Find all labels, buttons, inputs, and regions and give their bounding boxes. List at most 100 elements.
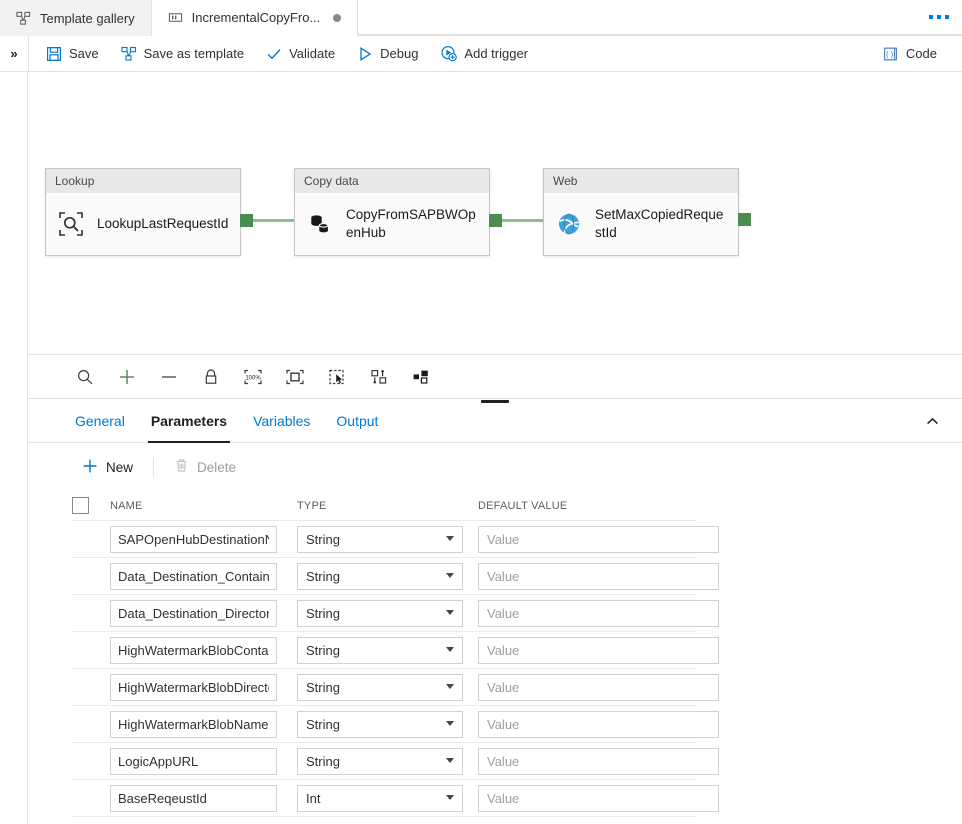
auto-align-icon[interactable] xyxy=(358,359,400,395)
chevron-up-icon[interactable] xyxy=(912,399,952,443)
panel-tab-strip: General Parameters Variables Output xyxy=(28,399,962,443)
tab-label: IncrementalCopyFro... xyxy=(192,10,321,25)
table-row: StringIntFloatBoolArrayObjectSecureStrin… xyxy=(72,595,696,632)
parameter-type-cell: StringIntFloatBoolArrayObjectSecureStrin… xyxy=(297,600,478,627)
parameter-default-value-input[interactable] xyxy=(478,711,719,738)
table-row: StringIntFloatBoolArrayObjectSecureStrin… xyxy=(72,632,696,669)
parameter-value-cell xyxy=(478,674,719,701)
parameter-type-cell: StringIntFloatBoolArrayObjectSecureStrin… xyxy=(297,637,478,664)
web-globe-icon xyxy=(556,211,582,237)
parameter-default-value-input[interactable] xyxy=(478,674,719,701)
select-all-cell xyxy=(72,497,110,514)
table-row: StringIntFloatBoolArrayObjectSecureStrin… xyxy=(72,706,696,743)
parameters-table: NAME TYPE DEFAULT VALUE StringIntFloatBo… xyxy=(28,491,962,817)
parameter-name-cell xyxy=(110,748,297,775)
new-parameter-button[interactable]: New xyxy=(72,451,143,483)
table-row: StringIntFloatBoolArrayObjectSecureStrin… xyxy=(72,743,696,780)
tab-pipeline-incrementalcopy[interactable]: IncrementalCopyFro... xyxy=(152,0,359,36)
overflow-menu-button[interactable] xyxy=(916,0,962,35)
tab-bar-spacer xyxy=(358,0,916,35)
parameter-name-cell xyxy=(110,711,297,738)
parameter-name-input[interactable] xyxy=(110,748,277,775)
debug-button[interactable]: Debug xyxy=(346,39,429,69)
parameter-type-cell: StringIntFloatBoolArrayObjectSecureStrin… xyxy=(297,526,478,553)
parameter-type-select[interactable]: StringIntFloatBoolArrayObjectSecureStrin… xyxy=(297,748,463,775)
activity-node-lookup[interactable]: Lookup LookupLastRequestId xyxy=(45,168,241,256)
activity-node-copy-data[interactable]: Copy data xyxy=(294,168,490,256)
table-header-row: NAME TYPE DEFAULT VALUE xyxy=(72,491,696,521)
overflow-dot xyxy=(929,15,933,19)
lock-icon[interactable] xyxy=(190,359,232,395)
parameter-default-value-input[interactable] xyxy=(478,748,719,775)
parameter-type-select[interactable]: StringIntFloatBoolArrayObjectSecureStrin… xyxy=(297,785,463,812)
add-trigger-button[interactable]: Add trigger xyxy=(429,39,539,69)
command-bar: » Save Save as template xyxy=(0,36,962,72)
save-icon xyxy=(46,46,62,62)
parameter-value-cell xyxy=(478,785,719,812)
select-all-checkbox[interactable] xyxy=(72,497,89,514)
parameter-type-select[interactable]: StringIntFloatBoolArrayObjectSecureStrin… xyxy=(297,637,463,664)
zoom-search-icon[interactable] xyxy=(64,359,106,395)
parameter-type-select[interactable]: StringIntFloatBoolArrayObjectSecureStrin… xyxy=(297,600,463,627)
marquee-select-icon[interactable] xyxy=(316,359,358,395)
fit-to-screen-icon[interactable] xyxy=(274,359,316,395)
parameter-default-value-input[interactable] xyxy=(478,785,719,812)
activity-node-web[interactable]: Web SetMaxCopiedRequestId xyxy=(543,168,739,256)
zoom-in-plus-icon[interactable] xyxy=(106,359,148,395)
tab-template-gallery[interactable]: Template gallery xyxy=(0,0,152,36)
parameter-type-select[interactable]: StringIntFloatBoolArrayObjectSecureStrin… xyxy=(297,674,463,701)
parameter-name-input[interactable] xyxy=(110,526,277,553)
action-separator xyxy=(153,457,154,477)
parameter-name-input[interactable] xyxy=(110,785,277,812)
pipeline-canvas[interactable]: Lookup LookupLastRequestId xyxy=(28,72,962,355)
overflow-dot xyxy=(937,15,941,19)
table-row: StringIntFloatBoolArrayObjectSecureStrin… xyxy=(72,669,696,706)
parameter-default-value-input[interactable] xyxy=(478,526,719,553)
tab-label: Template gallery xyxy=(40,11,135,26)
table-row: StringIntFloatBoolArrayObjectSecureStrin… xyxy=(72,558,696,595)
delete-parameter-label: Delete xyxy=(197,460,236,475)
parameter-default-value-input[interactable] xyxy=(478,563,719,590)
column-header-value: DEFAULT VALUE xyxy=(478,500,696,512)
parameter-name-input[interactable] xyxy=(110,711,277,738)
layout-nodes-icon[interactable] xyxy=(400,359,442,395)
content-column: Lookup LookupLastRequestId xyxy=(28,72,962,823)
parameter-name-input[interactable] xyxy=(110,674,277,701)
parameter-name-input[interactable] xyxy=(110,600,277,627)
parameter-name-cell xyxy=(110,563,297,590)
parameter-name-input[interactable] xyxy=(110,637,277,664)
parameter-default-value-input[interactable] xyxy=(478,637,719,664)
column-header-name: NAME xyxy=(110,500,297,512)
parameter-type-select[interactable]: StringIntFloatBoolArrayObjectSecureStrin… xyxy=(297,563,463,590)
tab-general[interactable]: General xyxy=(62,399,138,443)
tab-parameters[interactable]: Parameters xyxy=(138,399,240,443)
trash-icon xyxy=(174,458,189,476)
parameter-name-input[interactable] xyxy=(110,563,277,590)
validate-button[interactable]: Validate xyxy=(255,39,346,69)
activity-type-label: Web xyxy=(544,169,738,193)
overflow-dot xyxy=(945,15,949,19)
parameter-type-select[interactable]: StringIntFloatBoolArrayObjectSecureStrin… xyxy=(297,526,463,553)
save-as-template-button[interactable]: Save as template xyxy=(110,39,255,69)
zoom-100-percent-icon[interactable]: 100% xyxy=(232,359,274,395)
connector-end-square xyxy=(738,213,751,226)
parameter-type-cell: StringIntFloatBoolArrayObjectSecureStrin… xyxy=(297,748,478,775)
tab-output[interactable]: Output xyxy=(323,399,391,443)
parameter-name-cell xyxy=(110,674,297,701)
parameter-default-value-input[interactable] xyxy=(478,600,719,627)
validate-check-icon xyxy=(266,46,282,62)
zoom-out-minus-icon[interactable] xyxy=(148,359,190,395)
tab-variables[interactable]: Variables xyxy=(240,399,323,443)
connector-start-square xyxy=(489,214,502,227)
command-bar-divider xyxy=(28,36,29,72)
unsaved-changes-dot xyxy=(333,14,341,22)
template-gallery-icon xyxy=(16,11,31,26)
parameter-type-select[interactable]: StringIntFloatBoolArrayObjectSecureStrin… xyxy=(297,711,463,738)
save-button[interactable]: Save xyxy=(35,39,110,69)
parameter-value-cell xyxy=(478,600,719,627)
code-button[interactable]: () Code xyxy=(872,39,948,69)
delete-parameter-button[interactable]: Delete xyxy=(164,451,246,483)
activity-name-label: CopyFromSAPBWOpenHub xyxy=(346,206,478,242)
table-row: StringIntFloatBoolArrayObjectSecureStrin… xyxy=(72,780,696,817)
expand-rail-button[interactable]: » xyxy=(0,36,28,72)
